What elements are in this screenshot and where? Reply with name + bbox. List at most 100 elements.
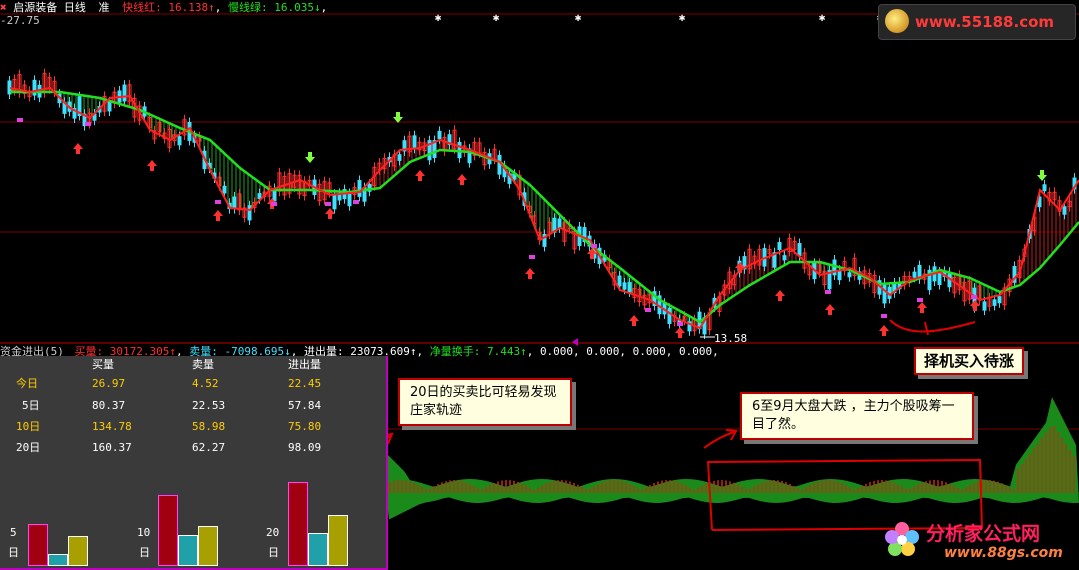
- annotation-text-accumulation: 6至9月大盘大跌 ，主力个股吸筹一目了然。: [752, 399, 955, 432]
- top-watermark: www.55188.com: [878, 4, 1076, 40]
- sell-arrow-icon: [305, 152, 315, 163]
- star-marker: ✱: [575, 11, 582, 24]
- candle-body: [912, 271, 917, 278]
- price-top-label: -: [0, 14, 7, 27]
- buy-arrow-icon: [415, 170, 425, 181]
- row-sell-20d: 62.27: [192, 441, 226, 454]
- buy-arrow-icon: [675, 327, 685, 338]
- buy-arrow-icon: [457, 174, 467, 185]
- row-buy-5d: 80.37: [92, 399, 126, 412]
- row-sell-today: 4.52: [192, 377, 219, 390]
- price-top-text: 27.75: [6, 14, 40, 27]
- stats-bar-buy: [28, 523, 48, 566]
- row-label-5d: 5日: [22, 399, 40, 412]
- row-net-10d: 75.80: [288, 420, 322, 433]
- slow-line-value: 慢线绿: 16.035↓: [227, 1, 321, 14]
- buy-arrow-icon: [325, 208, 335, 219]
- stats-bar-net: [198, 526, 218, 566]
- candle-body: [617, 275, 622, 287]
- candle-body: [557, 218, 562, 229]
- candle-body: [797, 243, 802, 256]
- buy-arrow-icon: [525, 268, 535, 279]
- signal-dot: [271, 202, 277, 206]
- signal-dot: [353, 200, 359, 204]
- candle-body: [247, 205, 252, 221]
- stock-title: 启源装备: [13, 1, 58, 14]
- signal-dot: [645, 308, 651, 312]
- group-unit-5: 日: [8, 546, 19, 559]
- row-label-20d: 20日: [16, 441, 41, 454]
- close-icon[interactable]: ✖: [0, 1, 7, 14]
- row-buy-20d: 160.37: [92, 441, 132, 454]
- candle-body: [232, 196, 237, 210]
- annotation-curve: [924, 321, 929, 336]
- row-label-10d: 10日: [16, 420, 41, 433]
- candle-body: [347, 193, 352, 207]
- stats-bar-buy: [288, 482, 308, 566]
- watermark-globe-icon: [885, 9, 909, 33]
- group-label-10: 10: [137, 526, 151, 539]
- signal-dot: [17, 118, 23, 122]
- annotation-box-accumulation: 6至9月大盘大跌 ，主力个股吸筹一目了然。: [740, 392, 974, 440]
- row-sell-10d: 58.98: [192, 420, 226, 433]
- signal-dot: [677, 322, 683, 326]
- candle-body: [497, 154, 502, 175]
- buy-arrow-icon: [970, 300, 980, 311]
- candle-body: [332, 193, 337, 210]
- candle-body: [667, 307, 672, 324]
- candle-body: [397, 154, 402, 161]
- bottom-watermark-url: www.88gs.com: [944, 545, 1063, 561]
- annotation-box-buy: 择机买入待涨: [914, 347, 1025, 375]
- candle-body: [782, 255, 787, 261]
- candle-body: [982, 301, 987, 311]
- candle-body: [1042, 184, 1047, 192]
- row-label-today: 今日: [16, 377, 38, 390]
- bottom-watermark-cn: 分析家公式网: [926, 523, 1041, 545]
- annotation-curve: [703, 431, 735, 449]
- row-net-today: 22.45: [288, 377, 322, 390]
- candle-body: [882, 282, 887, 304]
- signal-dot: [215, 200, 221, 204]
- stats-bar-sell: [308, 533, 328, 566]
- signal-dot: [85, 122, 91, 126]
- buy-arrow-icon: [879, 325, 889, 336]
- sell-arrow-icon: [1037, 170, 1047, 181]
- fast-line-value: 快线红: 16.138↑: [122, 1, 215, 14]
- low-price-label: 13.58: [714, 332, 748, 345]
- stats-bar-buy: [158, 495, 178, 566]
- candle-body: [1062, 206, 1067, 215]
- candle-body: [437, 130, 442, 140]
- candle-body: [122, 84, 127, 102]
- period-label[interactable]: 日线: [64, 1, 86, 14]
- candle-body: [627, 282, 632, 293]
- row-sell-5d: 22.53: [192, 399, 226, 412]
- group-unit-20: 日: [268, 546, 279, 559]
- col-header-buy: 买量: [92, 358, 114, 371]
- annotation-text-buy: 择机买入待涨: [924, 352, 1015, 370]
- signal-dot: [825, 290, 831, 294]
- row-buy-today: 26.97: [92, 377, 126, 390]
- signal-dot: [971, 295, 977, 299]
- col-header-sell: 卖量: [192, 358, 214, 371]
- candle-body: [622, 282, 627, 290]
- flower-logo-icon: [884, 521, 920, 557]
- buy-arrow-icon: [917, 302, 927, 313]
- row-net-5d: 57.84: [288, 399, 322, 412]
- candle-layer: [7, 68, 1077, 339]
- star-marker: ✱: [819, 11, 826, 24]
- indicator-turnover: 净量换手: 7.443↑: [429, 345, 527, 358]
- buy-arrow-icon: [147, 160, 157, 171]
- candle-body: [997, 296, 1002, 304]
- buy-arrow-icon: [213, 210, 223, 221]
- group-label-20: 20: [266, 526, 280, 539]
- stats-bar-net: [328, 514, 348, 566]
- top-watermark-text: www.55188.com: [915, 13, 1055, 31]
- signal-dot: [917, 298, 923, 302]
- row-net-20d: 98.09: [288, 441, 322, 454]
- star-marker: ✱: [493, 11, 500, 24]
- col-header-net: 进出量: [288, 358, 321, 371]
- group-unit-10: 日: [139, 546, 150, 559]
- row-buy-10d: 134.78: [92, 420, 132, 433]
- star-marker: ✱: [679, 11, 686, 24]
- stats-bar-sell: [178, 535, 198, 566]
